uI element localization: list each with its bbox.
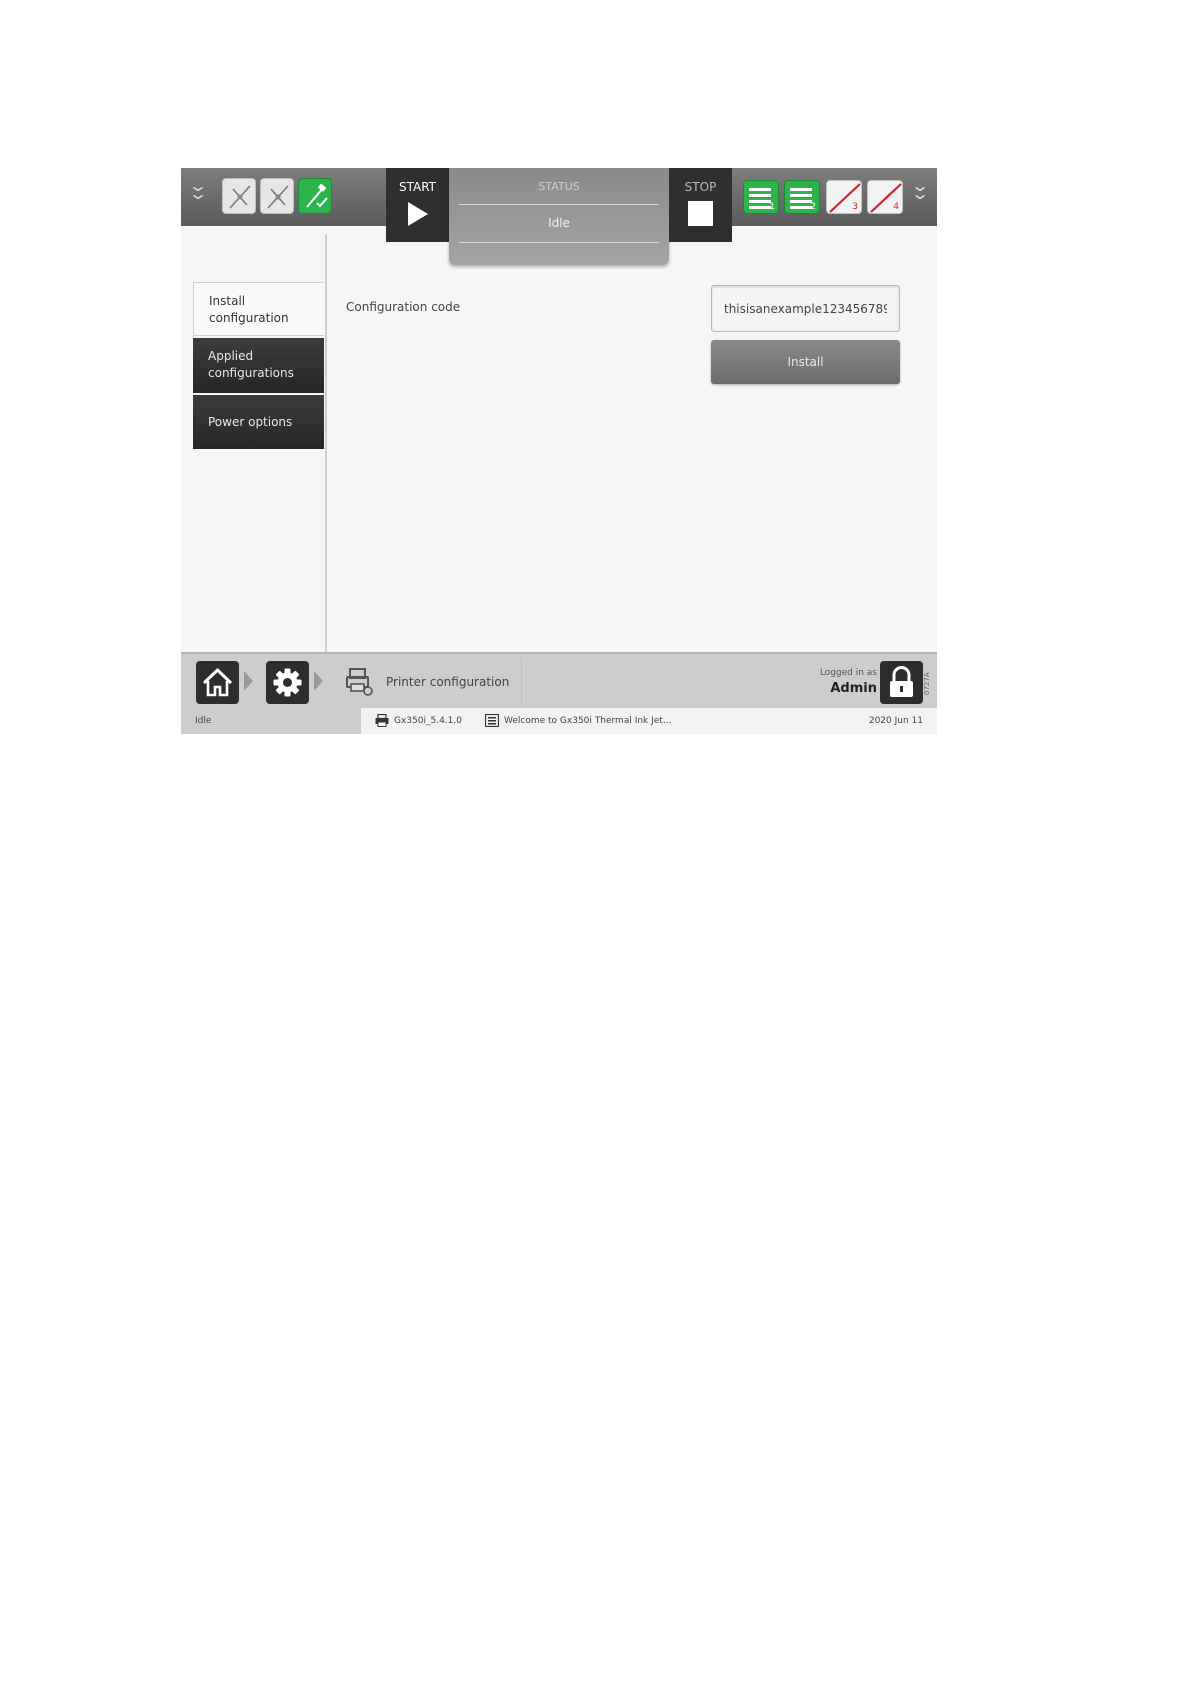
logged-in-user: Admin: [830, 681, 877, 696]
message-icon: [485, 714, 499, 727]
sidebar-item-label: Install configuration: [209, 294, 289, 325]
status-date: 2020 Jun 11: [868, 716, 923, 726]
stop-button[interactable]: STOP: [669, 168, 732, 242]
ink-cartridge-number: 1: [769, 202, 775, 212]
ink-cartridge-number: 4: [893, 202, 899, 212]
stop-icon: [688, 201, 713, 226]
ink-cartridge-4-icon[interactable]: 4: [867, 180, 903, 214]
ink-cartridge-number: 3: [852, 202, 858, 212]
page-title: Printer configuration: [386, 675, 510, 689]
ink-cartridge-3-icon[interactable]: 3: [826, 180, 862, 214]
start-label: START: [398, 180, 437, 194]
status-message: Welcome to Gx350i Thermal Ink Jet...: [504, 716, 672, 726]
home-button[interactable]: [196, 661, 239, 704]
status-bar-state: Idle: [181, 708, 361, 734]
gear-icon: [273, 668, 302, 697]
sidebar-item-power-options[interactable]: Power options: [193, 395, 324, 449]
ink-cartridge-2-icon[interactable]: 2: [784, 180, 820, 214]
expand-right-chevron-icon[interactable]: ⌄ ⌄: [909, 178, 931, 204]
printer-screen: ⌄ ⌄ START STATUS Idle STOP 1 2 3 4 ⌄ ⌄ I…: [181, 168, 937, 734]
sidebar-item-install-configuration[interactable]: Install configuration: [193, 282, 324, 336]
settings-button[interactable]: [266, 661, 309, 704]
configuration-code-label: Configuration code: [346, 300, 461, 314]
connected-cable-icon[interactable]: [298, 178, 332, 214]
status-divider: [459, 204, 659, 205]
breadcrumb-arrow-icon: [244, 671, 253, 691]
printer-icon: [375, 714, 389, 727]
breadcrumb-divider: [521, 658, 522, 706]
home-icon: [202, 668, 233, 697]
configuration-code-input[interactable]: [711, 285, 900, 332]
disconnected-cable-icon[interactable]: [260, 178, 294, 214]
sidebar-divider: [325, 234, 327, 654]
lock-button[interactable]: [880, 661, 923, 704]
ink-cartridge-1-icon[interactable]: 1: [743, 180, 779, 214]
disconnected-cable-icon[interactable]: [222, 178, 256, 214]
install-button[interactable]: Install: [711, 340, 900, 384]
logged-in-label: Logged in as: [819, 668, 877, 678]
printer-config-icon: [346, 668, 373, 696]
start-button[interactable]: START: [386, 168, 449, 242]
status-bar: Idle Gx350i_5.4.1.0 Welcome to Gx350i Th…: [181, 708, 937, 734]
breadcrumb-arrow-icon: [314, 671, 323, 691]
lock-icon: [890, 666, 913, 697]
play-icon: [408, 202, 428, 226]
bottom-navigation-bar: Printer configuration Logged in as Admin…: [181, 652, 937, 708]
status-value: Idle: [548, 216, 570, 230]
sidebar-item-label: Applied configurations: [208, 349, 294, 380]
status-divider: [459, 242, 659, 243]
expand-left-chevron-icon[interactable]: ⌄ ⌄: [187, 178, 209, 204]
status-label: STATUS: [538, 180, 580, 193]
status-panel: STATUS Idle: [449, 168, 669, 265]
sidebar-item-applied-configurations[interactable]: Applied configurations: [193, 338, 324, 393]
version-code: 0727A: [923, 672, 931, 696]
top-bar: ⌄ ⌄ START STATUS Idle STOP 1 2 3 4 ⌄ ⌄: [181, 168, 937, 265]
ink-cartridge-number: 2: [810, 202, 816, 212]
sidebar-item-label: Power options: [208, 415, 293, 429]
software-version: Gx350i_5.4.1.0: [394, 716, 462, 726]
stop-label: STOP: [684, 180, 717, 194]
